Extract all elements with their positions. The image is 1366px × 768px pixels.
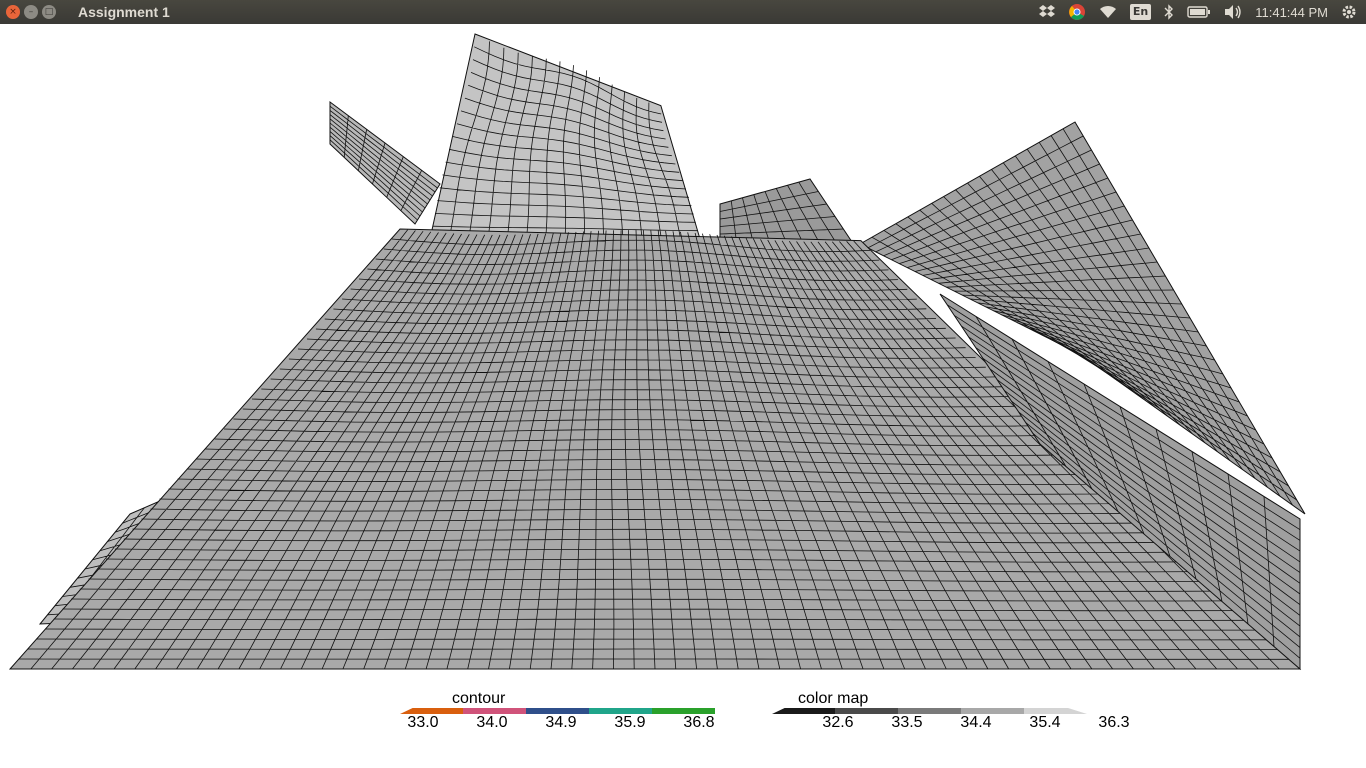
keyboard-layout-icon[interactable]: En	[1129, 0, 1152, 24]
contour-tick-label: 36.8	[683, 714, 715, 731]
contour-tick-label: 34.0	[476, 714, 508, 731]
terrain-surface	[8, 33, 1306, 671]
contour-tick-label: 35.9	[614, 714, 646, 731]
clock[interactable]: 11:41:44 PM	[1255, 0, 1328, 24]
colormap-tick-label: 32.6	[822, 714, 854, 731]
window-title: Assignment 1	[78, 4, 170, 20]
language-badge: En	[1129, 4, 1152, 20]
clock-text: 11:41:44 PM	[1255, 4, 1328, 20]
wifi-icon[interactable]	[1098, 0, 1118, 24]
volume-icon[interactable]	[1223, 0, 1243, 24]
close-button[interactable]: ×	[6, 5, 20, 19]
3d-surface-viewport[interactable]	[0, 24, 1366, 674]
gear-icon[interactable]	[1340, 0, 1358, 24]
colormap-tick-label: 33.5	[891, 714, 923, 731]
contour-tick-label: 34.9	[545, 714, 577, 731]
bluetooth-icon[interactable]	[1163, 0, 1175, 24]
battery-icon[interactable]	[1187, 0, 1211, 24]
legend-area: contour 33.0 34.0 34.9 35.9 36.8 color map 3…	[0, 680, 1366, 740]
colormap-tick-label: 36.3	[1098, 714, 1130, 731]
contour-legend-title: contour	[452, 690, 506, 707]
dropbox-icon[interactable]	[1038, 0, 1056, 24]
colormap-legend-title: color map	[798, 690, 869, 707]
colormap-tick-label: 34.4	[960, 714, 992, 731]
maximize-button[interactable]: □	[42, 5, 56, 19]
chrome-icon[interactable]	[1068, 0, 1086, 24]
central-peak	[429, 33, 701, 240]
minimize-button[interactable]: –	[24, 5, 38, 19]
contour-tick-label: 33.0	[407, 714, 439, 731]
colormap-tick-label: 35.4	[1029, 714, 1061, 731]
top-panel: × – □ Assignment 1 En 11:41:44 PM	[0, 0, 1366, 24]
system-indicators: En 11:41:44 PM	[1038, 0, 1358, 24]
